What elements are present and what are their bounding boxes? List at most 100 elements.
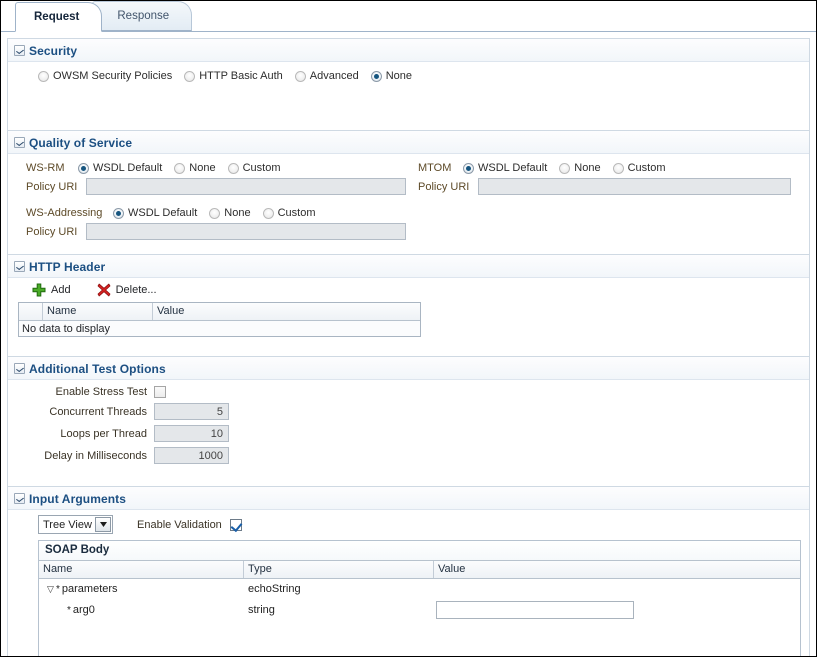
radio-icon[interactable] — [294, 70, 306, 82]
chevron-down-icon[interactable] — [14, 261, 25, 272]
tab-response[interactable]: Response — [92, 1, 193, 31]
section-security-title: Security — [29, 43, 78, 58]
chevron-down-icon[interactable] — [14, 45, 25, 56]
tree-row[interactable]: * arg0 string — [39, 599, 800, 621]
radio-owsm-security-policies[interactable]: OWSM Security Policies — [38, 70, 172, 82]
radio-wsrm-none[interactable]: None — [174, 162, 216, 174]
radio-icon-selected[interactable] — [113, 207, 124, 219]
chevron-down-icon[interactable] — [14, 493, 25, 504]
radio-none[interactable]: None — [370, 70, 412, 82]
section-http-header: HTTP Header Add Delete... Name Value No … — [7, 255, 810, 357]
expand-collapse-triangle-icon[interactable]: ▽ — [45, 584, 56, 594]
concurrent-threads-label: Concurrent Threads — [49, 405, 147, 418]
section-qos-header[interactable]: Quality of Service — [8, 131, 809, 154]
chevron-down-icon[interactable] — [14, 137, 25, 148]
chevron-down-icon[interactable] — [95, 517, 111, 532]
loops-per-thread-input[interactable] — [154, 425, 229, 442]
radio-label: None — [189, 162, 216, 174]
radio-icon[interactable] — [612, 162, 624, 174]
tab-request[interactable]: Request — [15, 2, 103, 32]
soap-body-title: SOAP Body — [39, 541, 800, 560]
radio-wsaddressing-custom[interactable]: Custom — [262, 207, 316, 219]
column-header-name[interactable]: Name — [43, 303, 153, 320]
mtom-policy-uri-label: Policy URI — [418, 180, 470, 193]
section-input-arguments-title: Input Arguments — [29, 491, 127, 506]
section-input-arguments-header[interactable]: Input Arguments — [8, 487, 809, 510]
radio-wsrm-custom[interactable]: Custom — [227, 162, 281, 174]
column-header-name[interactable]: Name — [39, 561, 244, 578]
view-mode-value: Tree View — [43, 518, 92, 531]
radio-icon[interactable] — [209, 207, 221, 219]
section-qos-title: Quality of Service — [29, 135, 133, 150]
column-header-value[interactable]: Value — [434, 561, 800, 578]
tree-cell-name: ▽ * parameters — [39, 579, 244, 599]
radio-icon[interactable] — [559, 162, 571, 174]
radio-label: WSDL Default — [478, 162, 548, 174]
column-header-select[interactable] — [19, 303, 43, 320]
radio-wsrm-wsdl-default[interactable]: WSDL Default — [78, 162, 162, 174]
column-header-value[interactable]: Value — [153, 303, 420, 320]
enable-validation-label: Enable Validation — [137, 518, 222, 531]
section-ato-title: Additional Test Options — [29, 361, 166, 376]
view-mode-select[interactable]: Tree View — [38, 515, 113, 534]
add-header-button[interactable]: Add — [32, 283, 71, 297]
radio-icon[interactable] — [184, 70, 196, 82]
section-qos-body: WS-RM WSDL Default None Custom Policy UR… — [8, 154, 809, 254]
radio-advanced[interactable]: Advanced — [294, 70, 359, 82]
radio-mtom-none[interactable]: None — [559, 162, 601, 174]
wsaddressing-policy-uri-input[interactable] — [86, 223, 406, 240]
delay-in-milliseconds-input[interactable] — [154, 447, 229, 464]
tree-row[interactable]: ▽ * parameters echoString — [39, 579, 800, 599]
section-security-header[interactable]: Security — [8, 39, 809, 62]
delete-header-label: Delete... — [115, 284, 157, 296]
web-service-test-window: Request Response Security OWSM Security … — [0, 0, 817, 657]
radio-icon[interactable] — [262, 207, 274, 219]
radio-label: OWSM Security Policies — [53, 70, 173, 82]
section-ato-header[interactable]: Additional Test Options — [8, 357, 809, 380]
delete-header-button[interactable]: Delete... — [97, 283, 157, 297]
tree-cell-value — [434, 579, 800, 599]
add-header-label: Add — [51, 284, 71, 296]
radio-http-basic-auth[interactable]: HTTP Basic Auth — [184, 70, 283, 82]
mtom-policy-uri-input[interactable] — [478, 178, 791, 195]
tree-cell-type: echoString — [248, 583, 301, 595]
enable-stress-test-row: Enable Stress Test — [18, 386, 799, 398]
loops-per-thread-label: Loops per Thread — [60, 427, 147, 440]
radio-icon[interactable] — [174, 162, 186, 174]
column-header-type[interactable]: Type — [244, 561, 434, 578]
http-header-grid-header: Name Value — [19, 303, 420, 321]
chevron-down-icon[interactable] — [14, 363, 25, 374]
enable-stress-test-checkbox[interactable] — [154, 386, 166, 398]
radio-icon-selected[interactable] — [78, 162, 89, 174]
radio-icon-selected[interactable] — [463, 162, 474, 174]
required-marker-icon: * — [56, 583, 60, 595]
radio-label: Custom — [277, 207, 316, 219]
radio-label: None — [574, 162, 601, 174]
tab-response-label: Response — [117, 10, 170, 22]
radio-mtom-custom[interactable]: Custom — [612, 162, 666, 174]
radio-mtom-wsdl-default[interactable]: WSDL Default — [463, 162, 547, 174]
radio-icon[interactable] — [227, 162, 239, 174]
radio-icon-selected[interactable] — [370, 70, 382, 82]
tree-empty-area — [39, 621, 800, 656]
section-security-body: OWSM Security Policies HTTP Basic Auth A… — [8, 62, 809, 130]
radio-label: Advanced — [309, 70, 359, 82]
tree-node-label: parameters — [61, 583, 118, 595]
arg0-value-input[interactable] — [436, 601, 634, 619]
radio-label: Custom — [627, 162, 666, 174]
security-radio-group: OWSM Security Policies HTTP Basic Auth A… — [38, 70, 799, 82]
radio-wsaddressing-wsdl-default[interactable]: WSDL Default — [113, 207, 197, 219]
tree-cell-type: string — [248, 604, 275, 616]
wsrm-label: WS-RM — [26, 162, 65, 174]
radio-label: Custom — [242, 162, 281, 174]
section-http-header-header[interactable]: HTTP Header — [8, 255, 809, 278]
tree-node-label: arg0 — [72, 604, 95, 616]
radio-label: WSDL Default — [93, 162, 163, 174]
radio-wsaddressing-none[interactable]: None — [209, 207, 251, 219]
enable-validation-checkbox[interactable] — [229, 518, 242, 531]
radio-icon[interactable] — [38, 70, 49, 82]
concurrent-threads-input[interactable] — [154, 403, 229, 420]
wsrm-policy-uri-input[interactable] — [86, 178, 406, 195]
tree-cell-name: * arg0 — [39, 599, 244, 621]
section-ato-body: Enable Stress Test Concurrent Threads Lo… — [8, 380, 809, 486]
